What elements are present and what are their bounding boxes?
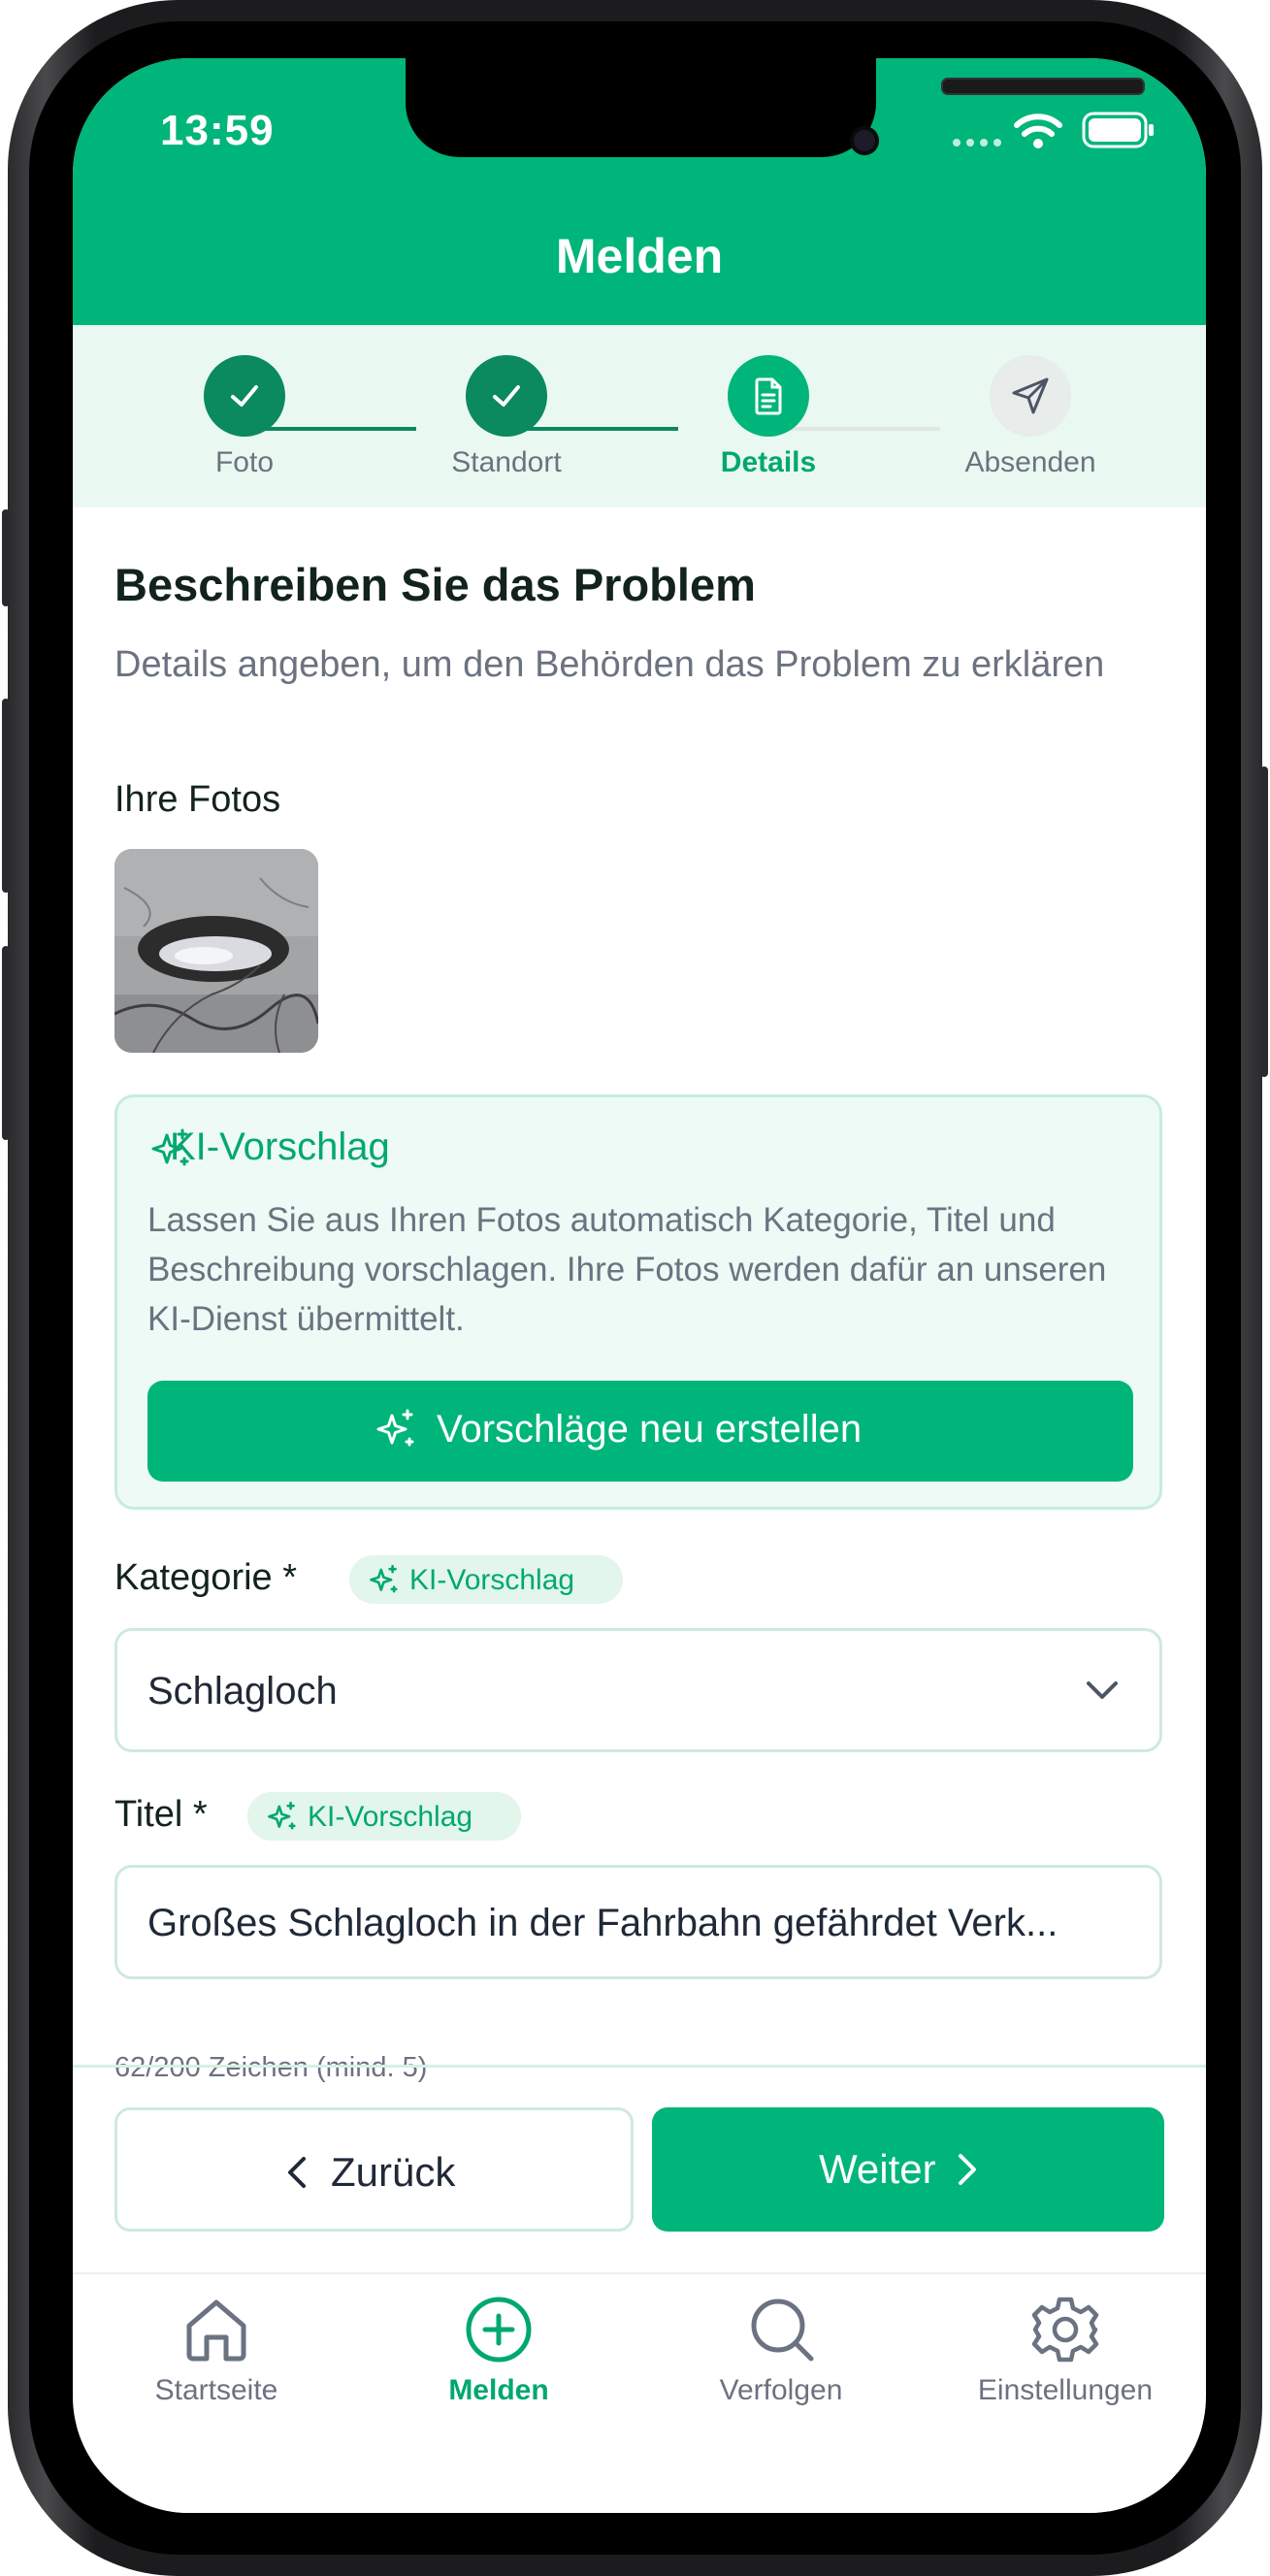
photo-thumbnail[interactable] [114,849,318,1053]
title-label: Titel * [114,1794,208,1835]
step-foto [204,355,285,437]
send-icon [1012,377,1049,414]
home-indicator-area [73,2426,1206,2513]
ai-badge: KI-Vorschlag [349,1555,623,1604]
silent-switch [2,509,10,606]
screen: 13:59 Melden Foto Standort Details Absen… [73,58,1206,2513]
status-time: 13:59 [160,107,275,154]
chevron-right-icon [959,2154,976,2185]
volume-down-button [2,946,10,1140]
tab-label-melden: Melden [448,2374,549,2406]
step-details [728,355,809,437]
next-button[interactable]: Weiter [652,2107,1164,2232]
home-icon [186,2299,246,2362]
speaker-grille [941,78,1145,95]
step-connector [769,427,940,431]
section-title: Beschreiben Sie das Problem [114,559,756,610]
step-label-foto: Foto [214,446,275,478]
title-value: Großes Schlagloch in der Fahrbahn gefähr… [147,1902,1058,1944]
front-camera [854,130,875,151]
check-icon [231,385,258,407]
title-input[interactable]: Großes Schlagloch in der Fahrbahn gefähr… [114,1865,1162,1979]
footer-divider [73,2065,1206,2068]
step-connector [507,427,678,431]
step-connector [245,427,416,431]
ai-suggestion-title: KI-Vorschlag [170,1125,390,1168]
page-header-title: Melden [555,229,724,283]
regenerate-button-label: Vorschläge neu erstellen [437,1408,863,1451]
ai-badge-label: KI-Vorschlag [409,1564,575,1596]
category-select[interactable]: Schlagloch [114,1628,1162,1752]
document-icon [755,377,782,415]
dynamic-notch [406,58,1145,157]
tabbar-divider [73,2272,1206,2274]
tab-label-startseite: Startseite [154,2374,278,2406]
tab-label-verfolgen: Verfolgen [719,2374,843,2406]
pothole-image [114,849,318,1053]
sparkles-icon [370,1564,398,1593]
step-label-absenden: Absenden [964,446,1096,478]
category-label: Kategorie * [114,1557,298,1598]
ai-badge-label: KI-Vorschlag [308,1801,473,1833]
step-standort [466,355,547,437]
back-button[interactable]: Zurück [114,2107,634,2232]
sparkles-icon [268,1801,296,1830]
plus-circle-icon [466,2297,532,2363]
check-icon [493,385,520,407]
gear-icon [1031,2297,1099,2363]
volume-up-button [2,699,10,893]
power-button [1260,766,1268,1077]
step-absenden [990,355,1071,437]
regenerate-suggestions-button[interactable]: Vorschläge neu erstellen [147,1381,1133,1482]
chevron-left-icon [288,2157,306,2188]
wifi-icon [1014,114,1062,148]
tab-label-einstellungen: Einstellungen [977,2374,1154,2406]
back-button-label: Zurück [331,2149,456,2195]
ai-badge: KI-Vorschlag [247,1792,521,1841]
next-button-label: Weiter [819,2146,936,2192]
category-value: Schlagloch [147,1670,338,1712]
step-label-standort: Standort [451,446,562,478]
photos-label: Ihre Fotos [114,779,281,820]
title-char-counter: 62/200 Zeichen (mind. 5) [114,2052,428,2083]
search-icon [751,2299,814,2362]
sparkles-icon [376,1409,414,1447]
battery-icon [1082,112,1154,148]
signal-icon [953,139,1001,147]
step-label-details: Details [720,446,817,478]
chevron-down-icon [1087,1681,1118,1699]
ai-suggestion-text: Lassen Sie aus Ihren Fotos automatisch K… [147,1201,1107,1338]
section-subtitle: Details angeben, um den Behörden das Pro… [114,644,1105,685]
